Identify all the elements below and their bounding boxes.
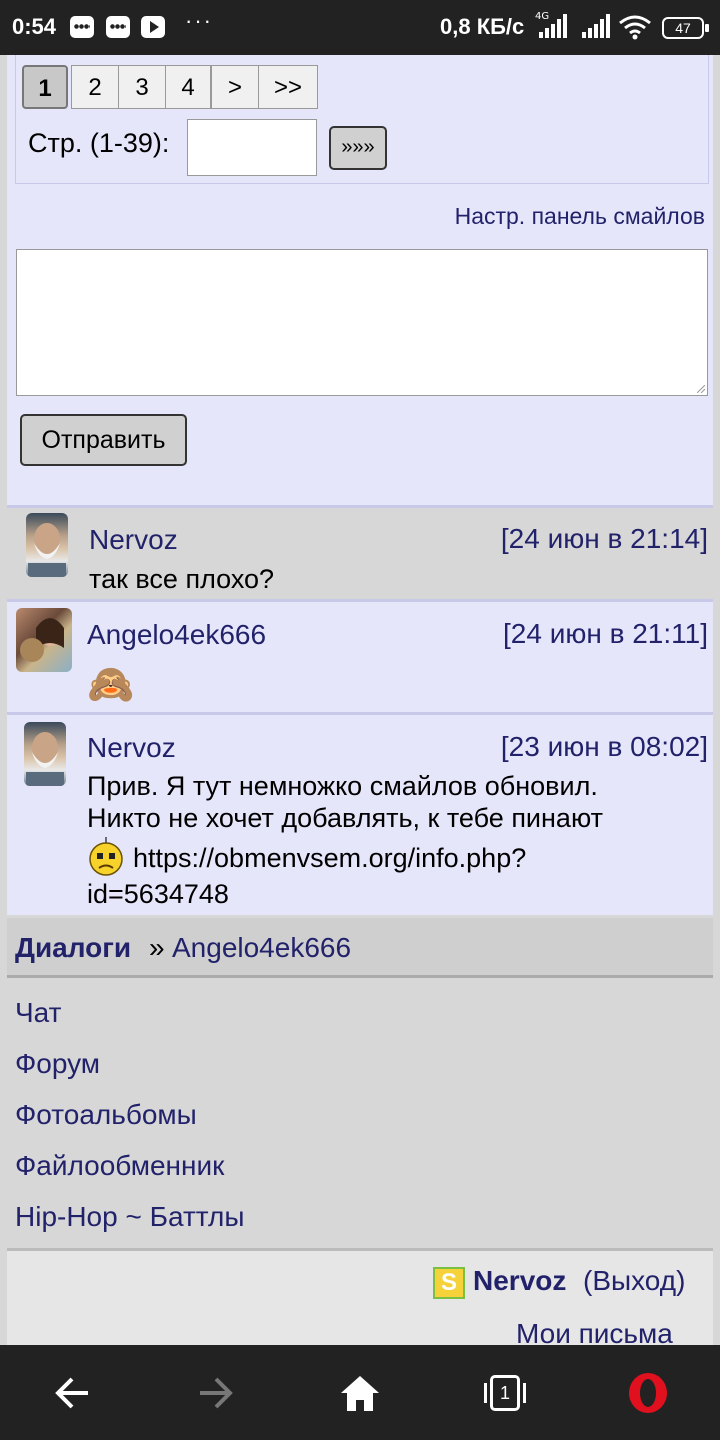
site-menu: Чат Форум Фотоальбомы Файлообменник Hip-…: [7, 983, 713, 1251]
compose-panel: 1 2 3 4 > >> Стр. (1-39): »»» Настр. пан…: [7, 55, 713, 555]
smiles-panel-link[interactable]: Настр. панель смайлов: [455, 203, 705, 230]
back-arrow-icon[interactable]: [52, 1375, 92, 1411]
breadcrumb-current[interactable]: Angelo4ek666: [172, 932, 351, 964]
status-time: 0:54: [12, 14, 57, 39]
message-item: Angelo4ek666 [24 июн в 21:11] 🙈: [7, 599, 713, 712]
avatar-photo-icon: [20, 618, 64, 662]
page-current: 1: [22, 65, 68, 109]
message-text-line-1: Прив. Я тут немножко смайлов обновил.: [87, 771, 598, 801]
user-footer: S Nervoz (Выход) Мои письма: [7, 1251, 713, 1345]
status-bar: 0:54 ··· 0,8 КБ/с 4G 47: [0, 0, 720, 55]
battery-icon: 47: [662, 17, 704, 39]
battery-tip: [705, 24, 709, 32]
network-speed: 0,8 КБ/с: [440, 14, 525, 39]
last-page-button[interactable]: >>: [258, 65, 318, 109]
youtube-icon: [141, 16, 165, 38]
tabs-icon[interactable]: 1: [484, 1373, 526, 1413]
avatar[interactable]: [26, 513, 68, 577]
menu-item-forum[interactable]: Форум: [15, 1048, 100, 1080]
chat-notification-icon: [70, 16, 94, 38]
avatar-face-icon: [26, 732, 64, 786]
status-badge: S: [433, 1267, 465, 1299]
avatar[interactable]: [24, 722, 66, 786]
menu-item-hiphop-battles[interactable]: Hip-Hop ~ Баттлы: [15, 1201, 244, 1233]
page-goto-label: Стр. (1-39):: [28, 128, 170, 158]
message-date: [24 июн в 21:14]: [500, 523, 708, 554]
message-item: Nervoz [23 июн в 08:02] Прив. Я тут немн…: [7, 712, 713, 915]
message-link-part-2[interactable]: id=5634748: [87, 878, 229, 910]
message-text-line-2: Никто не хочет добавлять, к тебе пинают: [87, 803, 603, 833]
message-item: Nervoz [24 июн в 21:14] так все плохо?: [7, 505, 713, 596]
message-author[interactable]: Nervoz: [89, 524, 178, 556]
page-3-button[interactable]: 3: [118, 65, 166, 109]
page-4-button[interactable]: 4: [165, 65, 211, 109]
avatar-face-icon: [28, 523, 66, 577]
more-notifications-icon: ···: [185, 8, 213, 33]
current-user-link[interactable]: Nervoz: [473, 1265, 566, 1297]
menu-item-photoalbums[interactable]: Фотоальбомы: [15, 1099, 197, 1131]
breadcrumb-separator: »: [149, 932, 165, 963]
send-button[interactable]: Отправить: [20, 414, 187, 466]
tabs-count: 1: [490, 1375, 520, 1411]
page-content: 1 2 3 4 > >> Стр. (1-39): »»» Настр. пан…: [0, 55, 720, 1345]
see-no-evil-monkey-emoji: 🙈: [87, 662, 135, 706]
menu-item-fileshare[interactable]: Файлообменник: [15, 1150, 224, 1182]
page-2-button[interactable]: 2: [71, 65, 119, 109]
browser-nav-bar: 1: [0, 1345, 720, 1440]
menu-item-chat[interactable]: Чат: [15, 997, 61, 1029]
message-date: [23 июн в 08:02]: [500, 731, 708, 762]
pagination-box: 1 2 3 4 > >> Стр. (1-39): »»»: [15, 55, 709, 184]
chat-notification-icon-2: [106, 16, 130, 38]
my-letters-link[interactable]: Мои письма: [516, 1318, 673, 1345]
message-author[interactable]: Angelo4ek666: [87, 619, 266, 651]
resize-handle-icon: [697, 385, 705, 393]
next-page-button[interactable]: >: [211, 65, 259, 109]
breadcrumb: Диалоги » Angelo4ek666: [7, 918, 713, 978]
avatar[interactable]: [16, 608, 72, 672]
page-goto-button[interactable]: »»»: [329, 126, 387, 170]
home-icon[interactable]: [339, 1373, 381, 1413]
message-author[interactable]: Nervoz: [87, 732, 176, 764]
message-text: так все плохо?: [89, 564, 275, 594]
forward-arrow-icon[interactable]: [196, 1375, 236, 1411]
message-date: [24 июн в 21:11]: [502, 618, 708, 649]
logout-link[interactable]: (Выход): [583, 1265, 685, 1297]
breadcrumb-dialogs-link[interactable]: Диалоги: [15, 932, 131, 964]
signal-icon: [539, 14, 567, 38]
message-textarea[interactable]: [16, 249, 708, 396]
signal-icon-2: [582, 14, 610, 38]
page-goto-input[interactable]: [187, 119, 317, 176]
message-link-part-1[interactable]: https://obmenvsem.org/info.php?: [133, 842, 526, 874]
opera-menu-icon[interactable]: [626, 1371, 670, 1415]
angry-smiley-icon: [89, 837, 123, 876]
wifi-icon: [619, 15, 651, 40]
